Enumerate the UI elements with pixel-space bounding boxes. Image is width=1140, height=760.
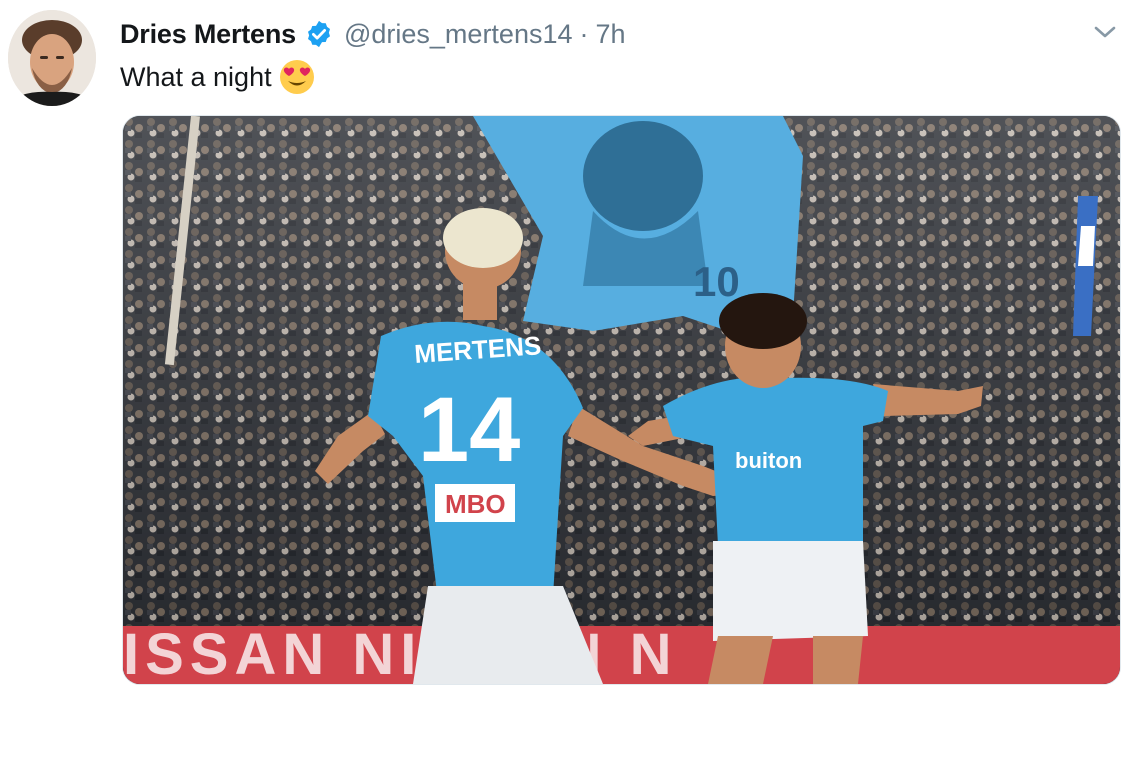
tweet-text-content: What a night — [120, 61, 272, 92]
author-handle[interactable]: @dries_mertens14 — [344, 19, 573, 50]
advertising-board: ISSAN NISSAN N — [123, 622, 1120, 684]
sponsor-right: buiton — [735, 448, 802, 473]
flag-number: 10 — [693, 258, 740, 305]
sponsor-left: MBO — [445, 489, 506, 519]
tweet[interactable]: Dries Mertens @dries_mertens14 · 7h What… — [0, 0, 1140, 760]
avatar[interactable] — [8, 10, 96, 106]
tweet-photo[interactable]: 10 ISSAN NISSAN N MERTENS 14 MBO buiton — [122, 115, 1121, 685]
tweet-header: Dries Mertens @dries_mertens14 · 7h — [120, 14, 626, 54]
jersey-number: 14 — [418, 379, 520, 481]
chevron-down-icon[interactable] — [1090, 20, 1120, 44]
author-name[interactable]: Dries Mertens — [120, 19, 296, 50]
tweet-text: What a night — [120, 58, 316, 96]
timestamp[interactable]: 7h — [596, 19, 626, 50]
separator-dot: · — [579, 18, 589, 49]
heart-eyes-emoji-icon — [278, 58, 316, 96]
verified-badge-icon — [304, 19, 334, 49]
